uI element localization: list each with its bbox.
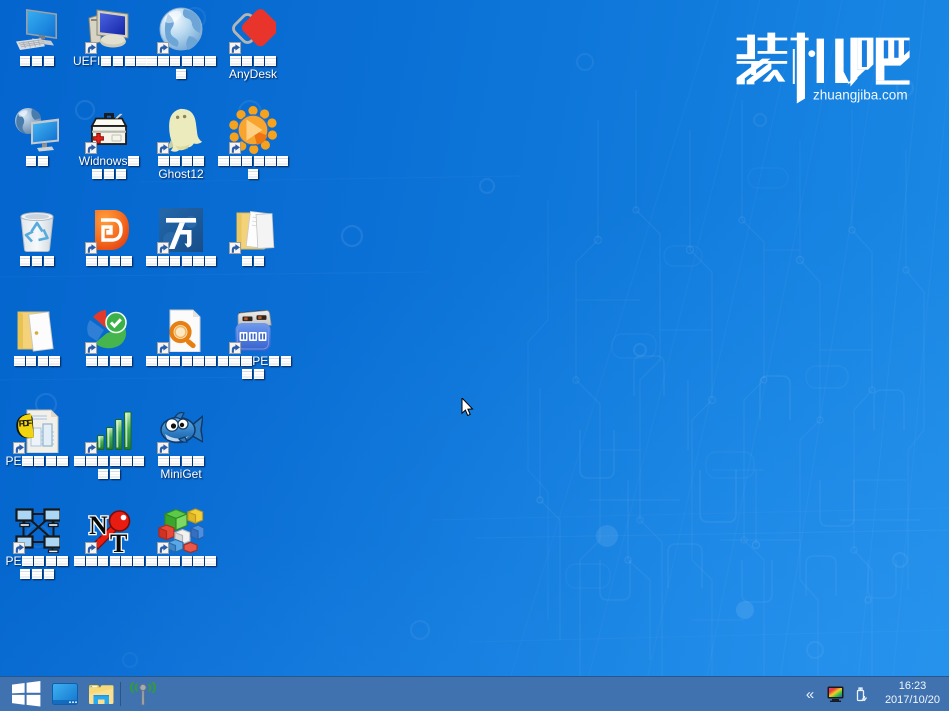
svg-text:zhuangjiba.com: zhuangjiba.com [813,88,908,103]
svg-text:N: N [89,511,108,540]
svg-text:T: T [110,529,127,553]
svg-text:PDF: PDF [18,418,33,429]
